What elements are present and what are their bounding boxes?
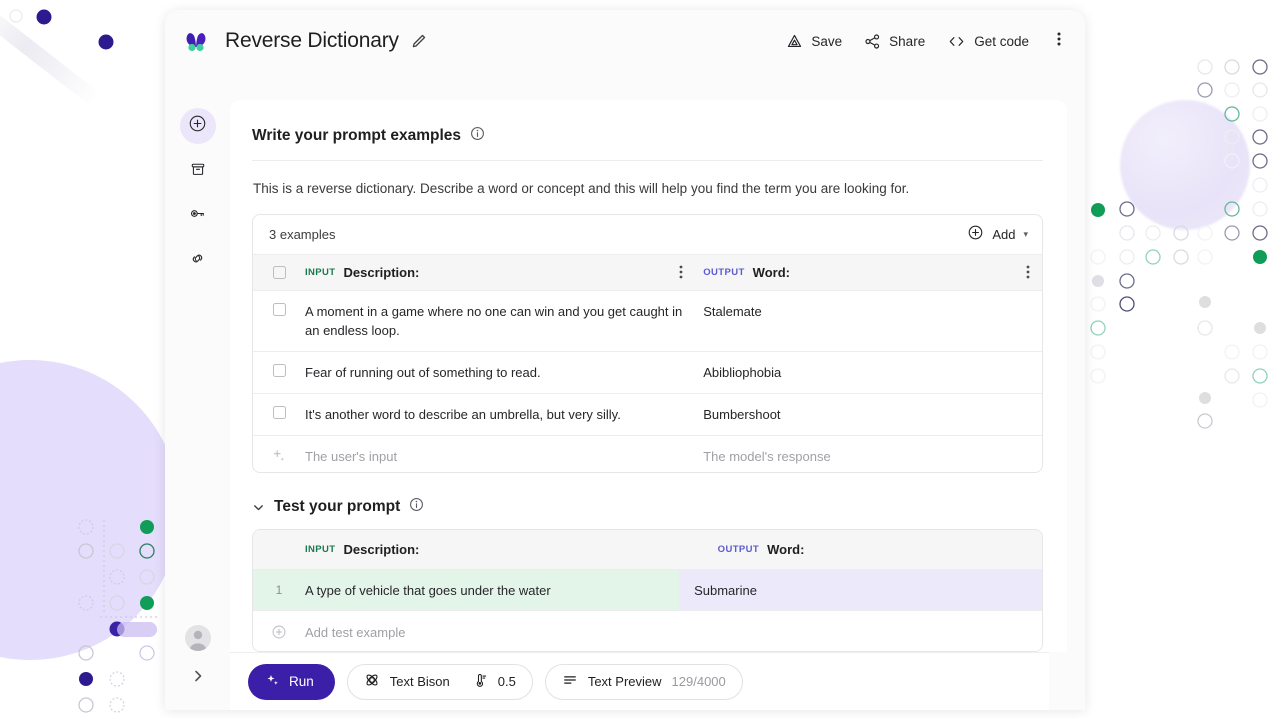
row-output-text[interactable]: Bumbershoot xyxy=(703,405,780,424)
select-all-checkbox[interactable] xyxy=(253,265,305,280)
get-code-button[interactable]: Get code xyxy=(947,33,1029,50)
add-test-example-row[interactable]: Add test example xyxy=(253,611,1042,652)
model-selector-chip[interactable]: Text Bison 0.5 xyxy=(346,663,533,700)
sparkle-icon xyxy=(265,673,280,691)
pencil-icon[interactable] xyxy=(411,33,427,49)
prompt-card: Write your prompt examples This is a rev… xyxy=(230,100,1067,652)
prompt-description[interactable]: This is a reverse dictionary. Describe a… xyxy=(252,161,1043,214)
more-vertical-icon[interactable] xyxy=(1051,29,1067,54)
archive-box-icon xyxy=(189,160,207,183)
section-title: Write your prompt examples xyxy=(252,127,462,144)
code-brackets-icon xyxy=(947,33,966,50)
test-row-input[interactable]: A type of vehicle that goes under the wa… xyxy=(305,581,551,600)
row-input-text[interactable]: It's another word to describe an umbrell… xyxy=(305,405,621,424)
sidebar-item-create-new-prompt[interactable] xyxy=(179,108,216,144)
save-label: Save xyxy=(811,33,843,49)
row-input-text[interactable]: A moment in a game where no one can win … xyxy=(305,302,695,340)
input-column-label: Description: xyxy=(343,264,420,280)
sidebar-item-saved-prompts[interactable] xyxy=(180,153,216,189)
output-tag: OUTPUT xyxy=(703,266,745,278)
bottom-toolbar: Run Text Bison 0.5 Text Preview 129/4000 xyxy=(230,652,1049,710)
examples-count: 3 examples xyxy=(269,226,336,242)
row-checkbox[interactable] xyxy=(253,302,305,316)
row-checkbox[interactable] xyxy=(253,405,305,419)
test-input-tag: INPUT xyxy=(305,544,336,556)
test-input-column-label: Description: xyxy=(343,542,420,558)
preview-chip[interactable]: Text Preview 129/4000 xyxy=(544,663,743,700)
add-test-example-label[interactable]: Add test example xyxy=(305,625,405,640)
new-example-input-placeholder[interactable]: The user's input xyxy=(305,449,397,464)
run-label: Run xyxy=(289,674,314,689)
examples-table: 3 examples Add ▾ INPUT Description: OUTP… xyxy=(252,213,1043,474)
plus-circle-icon xyxy=(253,624,305,640)
screen: Reverse Dictionary Save Share Get code W… xyxy=(0,0,1280,718)
input-column-menu-icon[interactable] xyxy=(667,265,695,279)
avatar[interactable] xyxy=(184,625,211,651)
new-example-output-placeholder[interactable]: The model's response xyxy=(703,449,831,464)
test-row[interactable]: 1 A type of vehicle that goes under the … xyxy=(253,570,1042,612)
row-input-text[interactable]: Fear of running out of something to read… xyxy=(305,363,541,382)
top-bar: Reverse Dictionary Save Share Get code xyxy=(165,10,1085,72)
get-code-label: Get code xyxy=(974,33,1029,49)
drive-save-icon xyxy=(786,33,803,50)
model-name: Text Bison xyxy=(389,674,450,689)
write-prompt-header: Write your prompt examples xyxy=(252,126,1043,160)
test-row-output: Submarine xyxy=(694,582,757,598)
top-actions: Save Share Get code xyxy=(786,29,1067,54)
test-output-tag: OUTPUT xyxy=(717,544,760,556)
preview-label: Text Preview xyxy=(587,674,662,689)
test-prompt-header: Test your prompt xyxy=(252,473,1043,529)
table-row[interactable]: It's another word to describe an umbrell… xyxy=(253,394,1042,436)
lines-icon xyxy=(562,672,578,691)
page-title: Reverse Dictionary xyxy=(225,29,399,52)
app-body: Write your prompt examples This is a rev… xyxy=(165,72,1085,710)
test-row-number: 1 xyxy=(275,583,283,598)
row-checkbox[interactable] xyxy=(253,363,305,377)
output-column-menu-icon[interactable] xyxy=(1014,265,1042,279)
output-column-label: Word: xyxy=(752,264,790,280)
plus-circle-icon xyxy=(967,224,984,244)
examples-table-toolbar: 3 examples Add ▾ xyxy=(253,215,1042,255)
save-button[interactable]: Save xyxy=(786,33,842,50)
share-button[interactable]: Share xyxy=(864,33,925,50)
run-button[interactable]: Run xyxy=(248,663,335,700)
link-icon xyxy=(188,249,207,273)
temperature-value: 0.5 xyxy=(497,674,516,689)
expand-sidebar-button[interactable] xyxy=(191,669,205,688)
new-example-row[interactable]: The user's input The model's response xyxy=(253,436,1042,472)
key-icon xyxy=(188,204,207,228)
input-tag: INPUT xyxy=(305,266,336,278)
chevron-down-icon[interactable] xyxy=(252,501,265,514)
thermometer-icon xyxy=(472,672,488,691)
sparkle-add-icon xyxy=(253,449,305,463)
test-output-column-label: Word: xyxy=(767,542,805,558)
examples-header-row: INPUT Description: OUTPUT Word: xyxy=(253,254,1042,291)
add-label: Add xyxy=(992,226,1016,242)
row-output-text[interactable]: Abibliophobia xyxy=(703,363,781,382)
table-row[interactable]: Fear of running out of something to read… xyxy=(253,352,1042,394)
atom-icon xyxy=(364,672,380,691)
test-table: INPUT Description: OUTPUT Word: 1 A type… xyxy=(252,529,1043,652)
info-icon[interactable] xyxy=(409,497,424,517)
app-window: Reverse Dictionary Save Share Get code W… xyxy=(165,10,1085,710)
add-example-button[interactable]: Add xyxy=(967,224,1015,244)
row-output-text[interactable]: Stalemate xyxy=(703,302,762,321)
share-label: Share xyxy=(889,33,926,49)
table-row[interactable]: A moment in a game where no one can win … xyxy=(253,291,1042,352)
caret-down-icon[interactable]: ▾ xyxy=(1023,229,1028,240)
canvas: Write your prompt examples This is a rev… xyxy=(230,72,1085,710)
share-icon xyxy=(864,33,881,50)
butterfly-logo-icon xyxy=(181,26,211,56)
plus-circle-icon xyxy=(188,114,207,138)
left-rail xyxy=(165,72,230,710)
token-count: 129/4000 xyxy=(671,674,726,689)
info-icon[interactable] xyxy=(470,126,485,146)
sidebar-item-api-key[interactable] xyxy=(180,198,216,234)
test-section-title: Test your prompt xyxy=(274,498,401,516)
test-header-row: INPUT Description: OUTPUT Word: xyxy=(253,530,1042,571)
sidebar-item-links[interactable] xyxy=(180,243,216,279)
